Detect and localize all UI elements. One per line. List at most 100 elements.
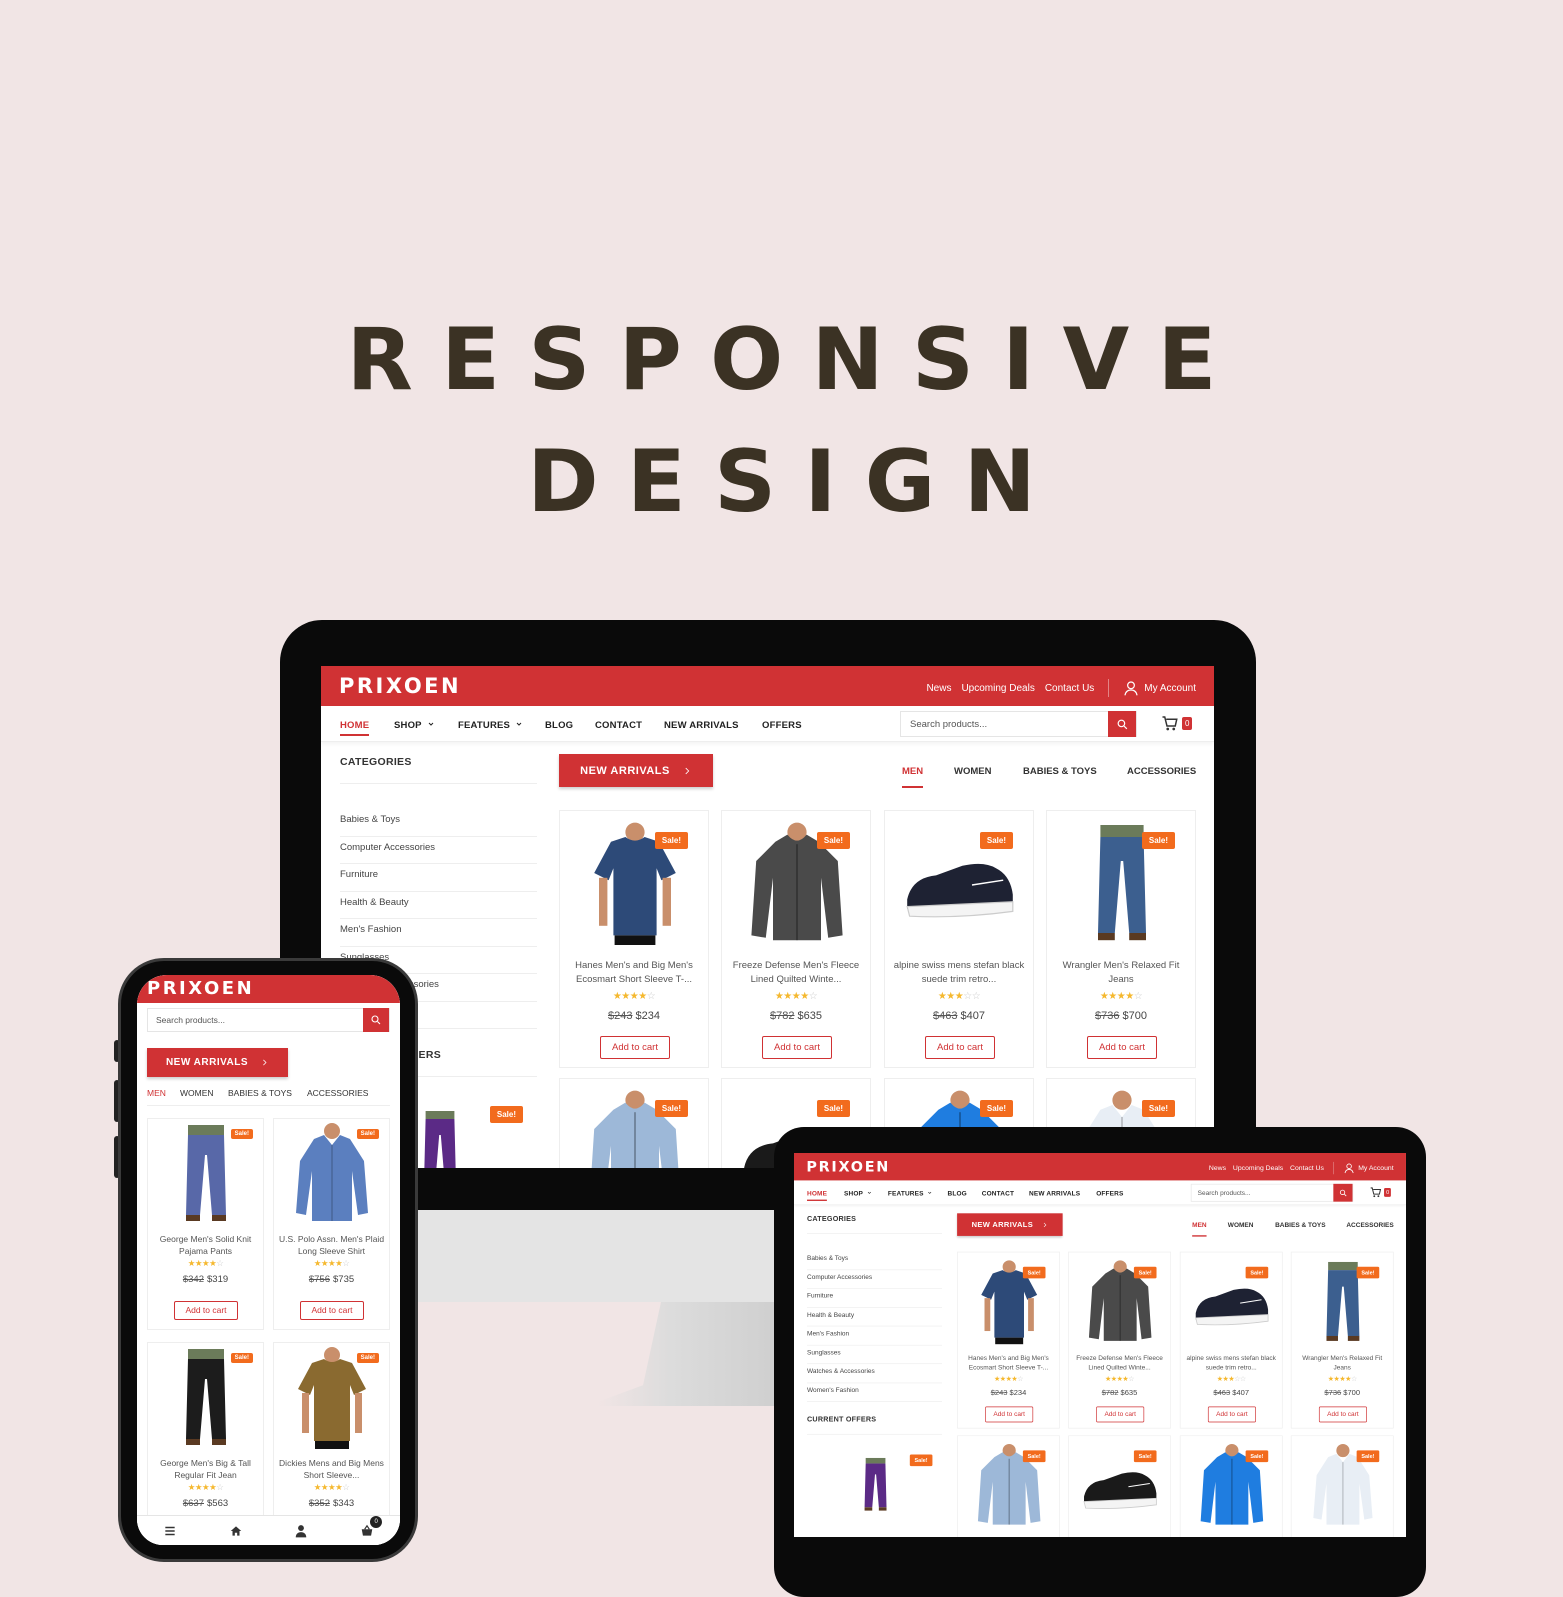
nav-item-blog[interactable]: BLOG: [948, 1190, 967, 1198]
product-name[interactable]: U.S. Polo Assn. Men's Plaid Long Sleeve …: [277, 1233, 386, 1257]
add-to-cart-button[interactable]: Add to cart: [925, 1036, 995, 1059]
logo[interactable]: PRIXOEN: [806, 1158, 890, 1174]
category-item[interactable]: Computer Accessories: [807, 1270, 943, 1289]
nav-item-shop[interactable]: SHOP: [844, 1190, 872, 1198]
nav-item-contact[interactable]: CONTACT: [982, 1190, 1014, 1198]
add-to-cart-button[interactable]: Add to cart: [300, 1301, 364, 1320]
add-to-cart-button[interactable]: Add to cart: [762, 1036, 832, 1059]
add-to-cart-button[interactable]: Add to cart: [1318, 1406, 1367, 1423]
bottom-bar-home-button[interactable]: [229, 1524, 243, 1538]
nav-item-contact[interactable]: CONTACT: [595, 720, 642, 731]
product-card[interactable]: Sale!: [1068, 1435, 1171, 1537]
product-name[interactable]: alpine swiss mens stefan black suede tri…: [891, 959, 1027, 986]
tab-accessories[interactable]: ACCESSORIES: [1346, 1222, 1393, 1230]
search-button[interactable]: [1108, 711, 1136, 737]
cart-button[interactable]: 0: [1370, 1186, 1392, 1198]
product-card[interactable]: Sale!: [559, 1078, 709, 1168]
add-to-cart-button[interactable]: Add to cart: [174, 1301, 238, 1320]
product-card[interactable]: Sale!: [1179, 1435, 1283, 1537]
product-card[interactable]: Sale! Hanes Men's and Big Men's Ecosmart …: [559, 810, 709, 1068]
nav-item-new-arrivals[interactable]: NEW ARRIVALS: [1029, 1190, 1080, 1198]
search-input[interactable]: Search products...: [148, 1009, 363, 1031]
add-to-cart-button[interactable]: Add to cart: [1096, 1406, 1145, 1423]
product-name[interactable]: Freeze Defense Men's Fleece Lined Quilte…: [728, 959, 864, 986]
product-card[interactable]: Sale! Hanes Men's and Big Men's Ecosmart …: [957, 1251, 1060, 1429]
nav-item-offers[interactable]: OFFERS: [1096, 1190, 1123, 1198]
product-name[interactable]: Freeze Defense Men's Fleece Lined Quilte…: [1073, 1354, 1166, 1373]
tab-men[interactable]: MEN: [902, 766, 924, 788]
bottom-bar-cart-button[interactable]: 0: [360, 1515, 383, 1538]
top-link[interactable]: News: [926, 683, 951, 694]
nav-item-home[interactable]: HOME: [340, 720, 370, 736]
search-input[interactable]: Search products...: [1191, 1185, 1333, 1201]
product-card[interactable]: Sale!: [1290, 1435, 1394, 1537]
my-account-link[interactable]: My Account: [1344, 1163, 1394, 1174]
nav-item-features[interactable]: FEATURES: [888, 1190, 933, 1198]
product-name[interactable]: George Men's Solid Knit Pajama Pants: [151, 1233, 260, 1257]
product-card[interactable]: Sale! U.S. Polo Assn. Men's Plaid Long Sl…: [273, 1118, 390, 1330]
product-name[interactable]: Wrangler Men's Relaxed Fit Jeans: [1053, 959, 1189, 986]
product-card[interactable]: Sale! alpine swiss mens stefan black sued…: [1179, 1251, 1283, 1429]
product-card[interactable]: Sale! alpine swiss mens stefan black sued…: [884, 810, 1034, 1068]
bottom-bar-user-button[interactable]: [294, 1524, 308, 1538]
nav-item-new-arrivals[interactable]: NEW ARRIVALS: [664, 720, 739, 731]
product-name[interactable]: Wrangler Men's Relaxed Fit Jeans: [1296, 1354, 1389, 1373]
nav-item-features[interactable]: FEATURES: [458, 720, 523, 731]
tab-babies-toys[interactable]: BABIES & TOYS: [1023, 766, 1097, 777]
add-to-cart-button[interactable]: Add to cart: [1207, 1406, 1256, 1423]
product-name[interactable]: George Men's Big & Tall Regular Fit Jean: [151, 1457, 260, 1481]
category-item[interactable]: Babies & Toys: [340, 809, 537, 837]
tab-babies-toys[interactable]: BABIES & TOYS: [1275, 1222, 1326, 1230]
tab-accessories[interactable]: ACCESSORIES: [307, 1088, 368, 1098]
tab-men[interactable]: MEN: [1192, 1222, 1207, 1237]
category-item[interactable]: Babies & Toys: [807, 1251, 943, 1270]
nav-item-home[interactable]: HOME: [807, 1190, 828, 1201]
logo[interactable]: PRIXOEN: [147, 978, 254, 999]
category-item[interactable]: Health & Beauty: [807, 1308, 943, 1327]
logo[interactable]: PRIXOEN: [339, 674, 461, 698]
category-item[interactable]: Watches & Accessories: [807, 1364, 943, 1383]
add-to-cart-button[interactable]: Add to cart: [985, 1406, 1034, 1423]
cart-button[interactable]: 0: [1161, 714, 1193, 732]
category-item[interactable]: Sunglasses: [807, 1345, 943, 1365]
new-arrivals-button[interactable]: NEW ARRIVALS: [147, 1048, 288, 1077]
top-link[interactable]: Upcoming Deals: [1233, 1164, 1283, 1172]
category-item[interactable]: Furniture: [807, 1289, 943, 1308]
product-name[interactable]: alpine swiss mens stefan black suede tri…: [1185, 1354, 1278, 1373]
product-name[interactable]: Hanes Men's and Big Men's Ecosmart Short…: [962, 1354, 1055, 1373]
nav-item-offers[interactable]: OFFERS: [762, 720, 802, 731]
product-card[interactable]: Sale!: [957, 1435, 1060, 1537]
category-item[interactable]: Computer Accessories: [340, 837, 537, 864]
category-item[interactable]: Men's Fashion: [340, 919, 537, 947]
tab-women[interactable]: WOMEN: [954, 766, 991, 777]
top-link[interactable]: Upcoming Deals: [961, 683, 1034, 694]
nav-item-blog[interactable]: BLOG: [545, 720, 573, 731]
search-button[interactable]: [363, 1008, 389, 1032]
product-name[interactable]: Hanes Men's and Big Men's Ecosmart Short…: [566, 959, 702, 986]
category-item[interactable]: Furniture: [340, 864, 537, 892]
tab-accessories[interactable]: ACCESSORIES: [1127, 766, 1196, 777]
product-card[interactable]: Sale! Wrangler Men's Relaxed Fit Jeans ★★★…: [1290, 1251, 1394, 1429]
tab-women[interactable]: WOMEN: [180, 1088, 214, 1098]
tab-women[interactable]: WOMEN: [1228, 1222, 1254, 1230]
product-card[interactable]: Sale! Freeze Defense Men's Fleece Lined Q…: [721, 810, 871, 1068]
product-card[interactable]: Sale! Freeze Defense Men's Fleece Lined Q…: [1068, 1251, 1171, 1429]
new-arrivals-button[interactable]: NEW ARRIVALS: [559, 754, 713, 787]
bottom-bar-menu-button[interactable]: [163, 1524, 177, 1538]
my-account-link[interactable]: My Account: [1123, 680, 1196, 696]
nav-item-shop[interactable]: SHOP: [394, 720, 435, 731]
category-item[interactable]: Men's Fashion: [807, 1326, 943, 1346]
new-arrivals-button[interactable]: NEW ARRIVALS: [957, 1213, 1063, 1236]
product-name[interactable]: Dickies Mens and Big Mens Short Sleeve..…: [277, 1457, 386, 1481]
offer-card[interactable]: Sale!: [807, 1441, 942, 1537]
add-to-cart-button[interactable]: Add to cart: [600, 1036, 670, 1059]
search-button[interactable]: [1333, 1183, 1353, 1202]
add-to-cart-button[interactable]: Add to cart: [1087, 1036, 1157, 1059]
product-card[interactable]: Sale! Wrangler Men's Relaxed Fit Jeans ★★★…: [1046, 810, 1196, 1068]
tab-men[interactable]: MEN: [147, 1088, 166, 1098]
product-card[interactable]: Sale! George Men's Solid Knit Pajama Pant…: [147, 1118, 264, 1330]
category-item[interactable]: Women's Fashion: [807, 1383, 943, 1402]
top-link[interactable]: News: [1209, 1164, 1226, 1172]
top-link[interactable]: Contact Us: [1045, 683, 1094, 694]
top-link[interactable]: Contact Us: [1290, 1164, 1324, 1172]
